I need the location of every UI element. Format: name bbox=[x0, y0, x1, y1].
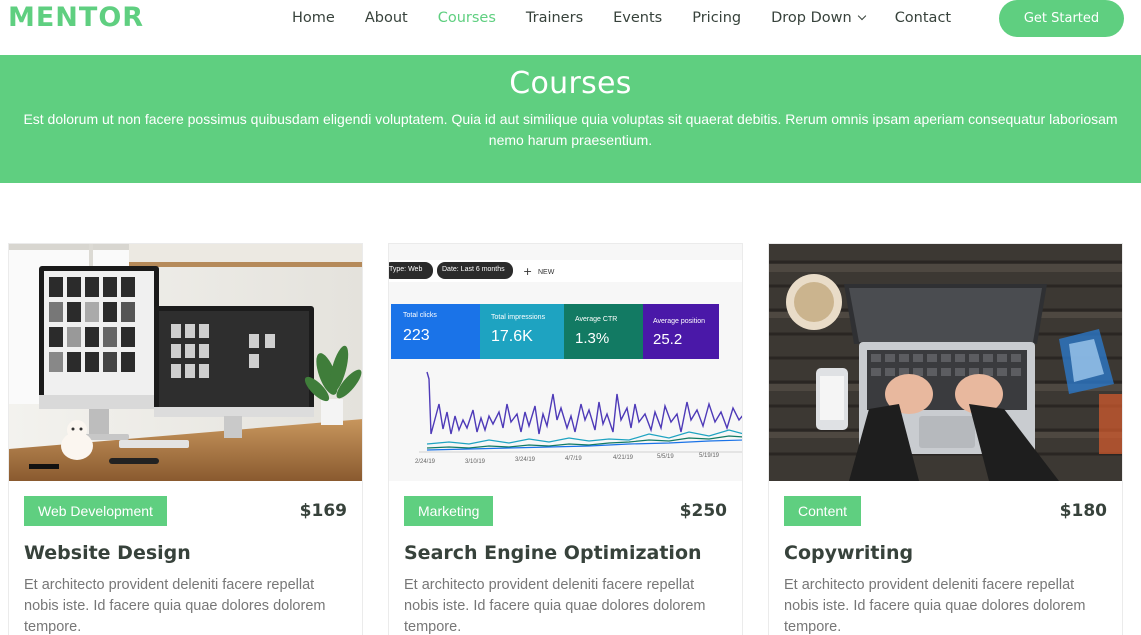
nav-dropdown[interactable]: Drop Down bbox=[771, 10, 866, 26]
brand-logo[interactable]: MENTOR bbox=[8, 2, 144, 33]
course-card: + Type: Web Date: Last 6 months NEW Tota… bbox=[388, 243, 743, 635]
date-tick: 2/24/19 bbox=[415, 459, 436, 465]
course-card: Web Development $169 Website Design Et a… bbox=[8, 243, 363, 635]
course-image-workspace bbox=[9, 244, 362, 481]
nav-courses[interactable]: Courses bbox=[438, 10, 496, 26]
filter-chip-date: Date: Last 6 months bbox=[442, 266, 505, 273]
nav-pricing[interactable]: Pricing bbox=[692, 10, 741, 26]
course-image-analytics: + Type: Web Date: Last 6 months NEW Tota… bbox=[389, 244, 742, 481]
course-card: Content $180 Copywriting Et architecto p… bbox=[768, 243, 1123, 635]
nav-about[interactable]: About bbox=[365, 10, 408, 26]
date-tick: 3/24/19 bbox=[515, 457, 536, 463]
date-tick: 5/19/19 bbox=[699, 453, 720, 459]
page-title: Courses bbox=[509, 66, 632, 101]
main-nav: Home About Courses Trainers Events Prici… bbox=[292, 0, 981, 36]
course-category-badge[interactable]: Web Development bbox=[24, 496, 167, 526]
metric-value: 223 bbox=[403, 327, 430, 344]
course-price: $180 bbox=[1059, 501, 1107, 521]
metric-value: 1.3% bbox=[575, 330, 610, 347]
nav-home[interactable]: Home bbox=[292, 10, 335, 26]
date-tick: 4/21/19 bbox=[613, 455, 634, 461]
nav-trainers[interactable]: Trainers bbox=[526, 10, 583, 26]
metric-label: Total clicks bbox=[403, 312, 437, 319]
page-banner: Courses Est dolorum ut non facere possim… bbox=[0, 55, 1141, 183]
course-price: $169 bbox=[299, 501, 347, 521]
metric-label: Total impressions bbox=[491, 314, 546, 321]
course-title[interactable]: Copywriting bbox=[784, 542, 913, 564]
chevron-down-icon bbox=[857, 11, 866, 21]
get-started-button[interactable]: Get Started bbox=[999, 0, 1124, 37]
nav-events[interactable]: Events bbox=[613, 10, 662, 26]
filter-chip-type: Type: Web bbox=[389, 266, 423, 273]
metric-value: 17.6K bbox=[491, 328, 533, 345]
date-tick: 3/10/19 bbox=[465, 459, 486, 465]
page-intro: Est dolorum ut non facere possimus quibu… bbox=[23, 111, 1118, 148]
nav-contact[interactable]: Contact bbox=[895, 10, 951, 26]
svg-text:+: + bbox=[523, 265, 532, 278]
course-price: $250 bbox=[679, 501, 727, 521]
date-tick: 4/7/19 bbox=[565, 456, 582, 462]
date-tick: 5/5/19 bbox=[657, 454, 674, 460]
course-description: Et architecto provident deleniti facere … bbox=[784, 577, 1086, 635]
course-description: Et architecto provident deleniti facere … bbox=[404, 577, 706, 635]
course-category-badge[interactable]: Content bbox=[784, 496, 862, 526]
course-description: Et architecto provident deleniti facere … bbox=[24, 577, 326, 635]
course-title[interactable]: Website Design bbox=[24, 542, 191, 564]
site-header: MENTOR Home About Courses Trainers Event… bbox=[0, 0, 1141, 55]
course-title[interactable]: Search Engine Optimization bbox=[404, 542, 702, 564]
metric-label: Average CTR bbox=[575, 316, 618, 323]
new-label: NEW bbox=[538, 269, 555, 276]
course-image-laptop bbox=[769, 244, 1122, 481]
nav-dropdown-label: Drop Down bbox=[771, 10, 852, 26]
course-category-badge[interactable]: Marketing bbox=[404, 496, 494, 526]
metric-label: Average position bbox=[653, 318, 706, 325]
metric-value: 25.2 bbox=[653, 331, 683, 348]
